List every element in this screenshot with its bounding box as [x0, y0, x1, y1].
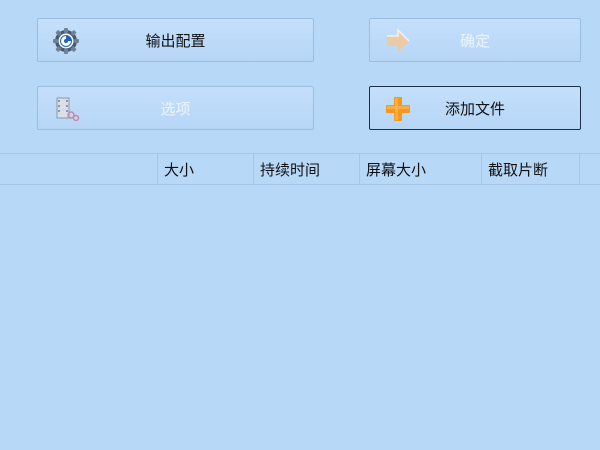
column-header-screen-size[interactable]: 屏幕大小 [360, 154, 482, 184]
output-config-button[interactable]: 输出配置 [37, 18, 314, 62]
output-config-label: 输出配置 [145, 31, 206, 50]
options-button[interactable]: 选项 [37, 86, 314, 130]
options-label: 选项 [160, 99, 191, 118]
add-file-button[interactable]: 添加文件 [369, 86, 581, 130]
confirm-button[interactable]: 确定 [369, 18, 581, 62]
column-header-duration[interactable]: 持续时间 [254, 154, 360, 184]
column-header-size[interactable]: 大小 [158, 154, 254, 184]
add-file-label: 添加文件 [444, 99, 505, 118]
column-header-name[interactable] [0, 154, 158, 184]
file-list-header: 大小 持续时间 屏幕大小 截取片断 [0, 153, 600, 185]
column-header-clip[interactable]: 截取片断 [482, 154, 580, 184]
confirm-label: 确定 [459, 31, 490, 50]
